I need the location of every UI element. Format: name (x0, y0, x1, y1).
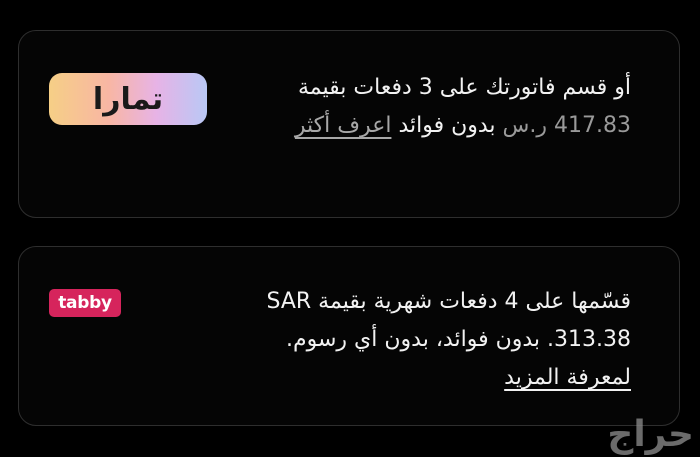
tamara-learn-more-link[interactable]: اعرف أكثر (295, 113, 392, 138)
tamara-amount: 417.83 ر.س (502, 113, 631, 138)
tamara-logo: تمارا (49, 73, 207, 125)
tamara-description: أو قسم فاتورتك على 3 دفعات بقيمة 417.83 … (295, 69, 631, 145)
tabby-logo: tabby (49, 289, 121, 317)
tabby-installment-text: قسّمها على 4 دفعات شهرية بقيمة SAR (266, 289, 631, 314)
tabby-amount-text: 313.38. بدون فوائد، بدون أي رسوم. (286, 327, 631, 352)
tamara-installment-text: أو قسم فاتورتك على 3 دفعات بقيمة (298, 75, 631, 100)
payment-options-page: تمارا أو قسم فاتورتك على 3 دفعات بقيمة 4… (0, 0, 700, 457)
tamara-no-fees-text: بدون فوائد (398, 113, 496, 138)
tabby-installment-card[interactable]: tabby قسّمها على 4 دفعات شهرية بقيمة SAR… (18, 246, 680, 426)
tabby-learn-more-link[interactable]: لمعرفة المزيد (504, 365, 631, 390)
tabby-logo-text: tabby (58, 293, 112, 313)
haraj-watermark: حراج (607, 414, 694, 455)
haraj-watermark-text: حراج (607, 414, 694, 455)
tamara-installment-card[interactable]: تمارا أو قسم فاتورتك على 3 دفعات بقيمة 4… (18, 30, 680, 218)
tabby-description: قسّمها على 4 دفعات شهرية بقيمة SAR 313.3… (266, 283, 631, 397)
tamara-logo-text: تمارا (92, 81, 164, 117)
